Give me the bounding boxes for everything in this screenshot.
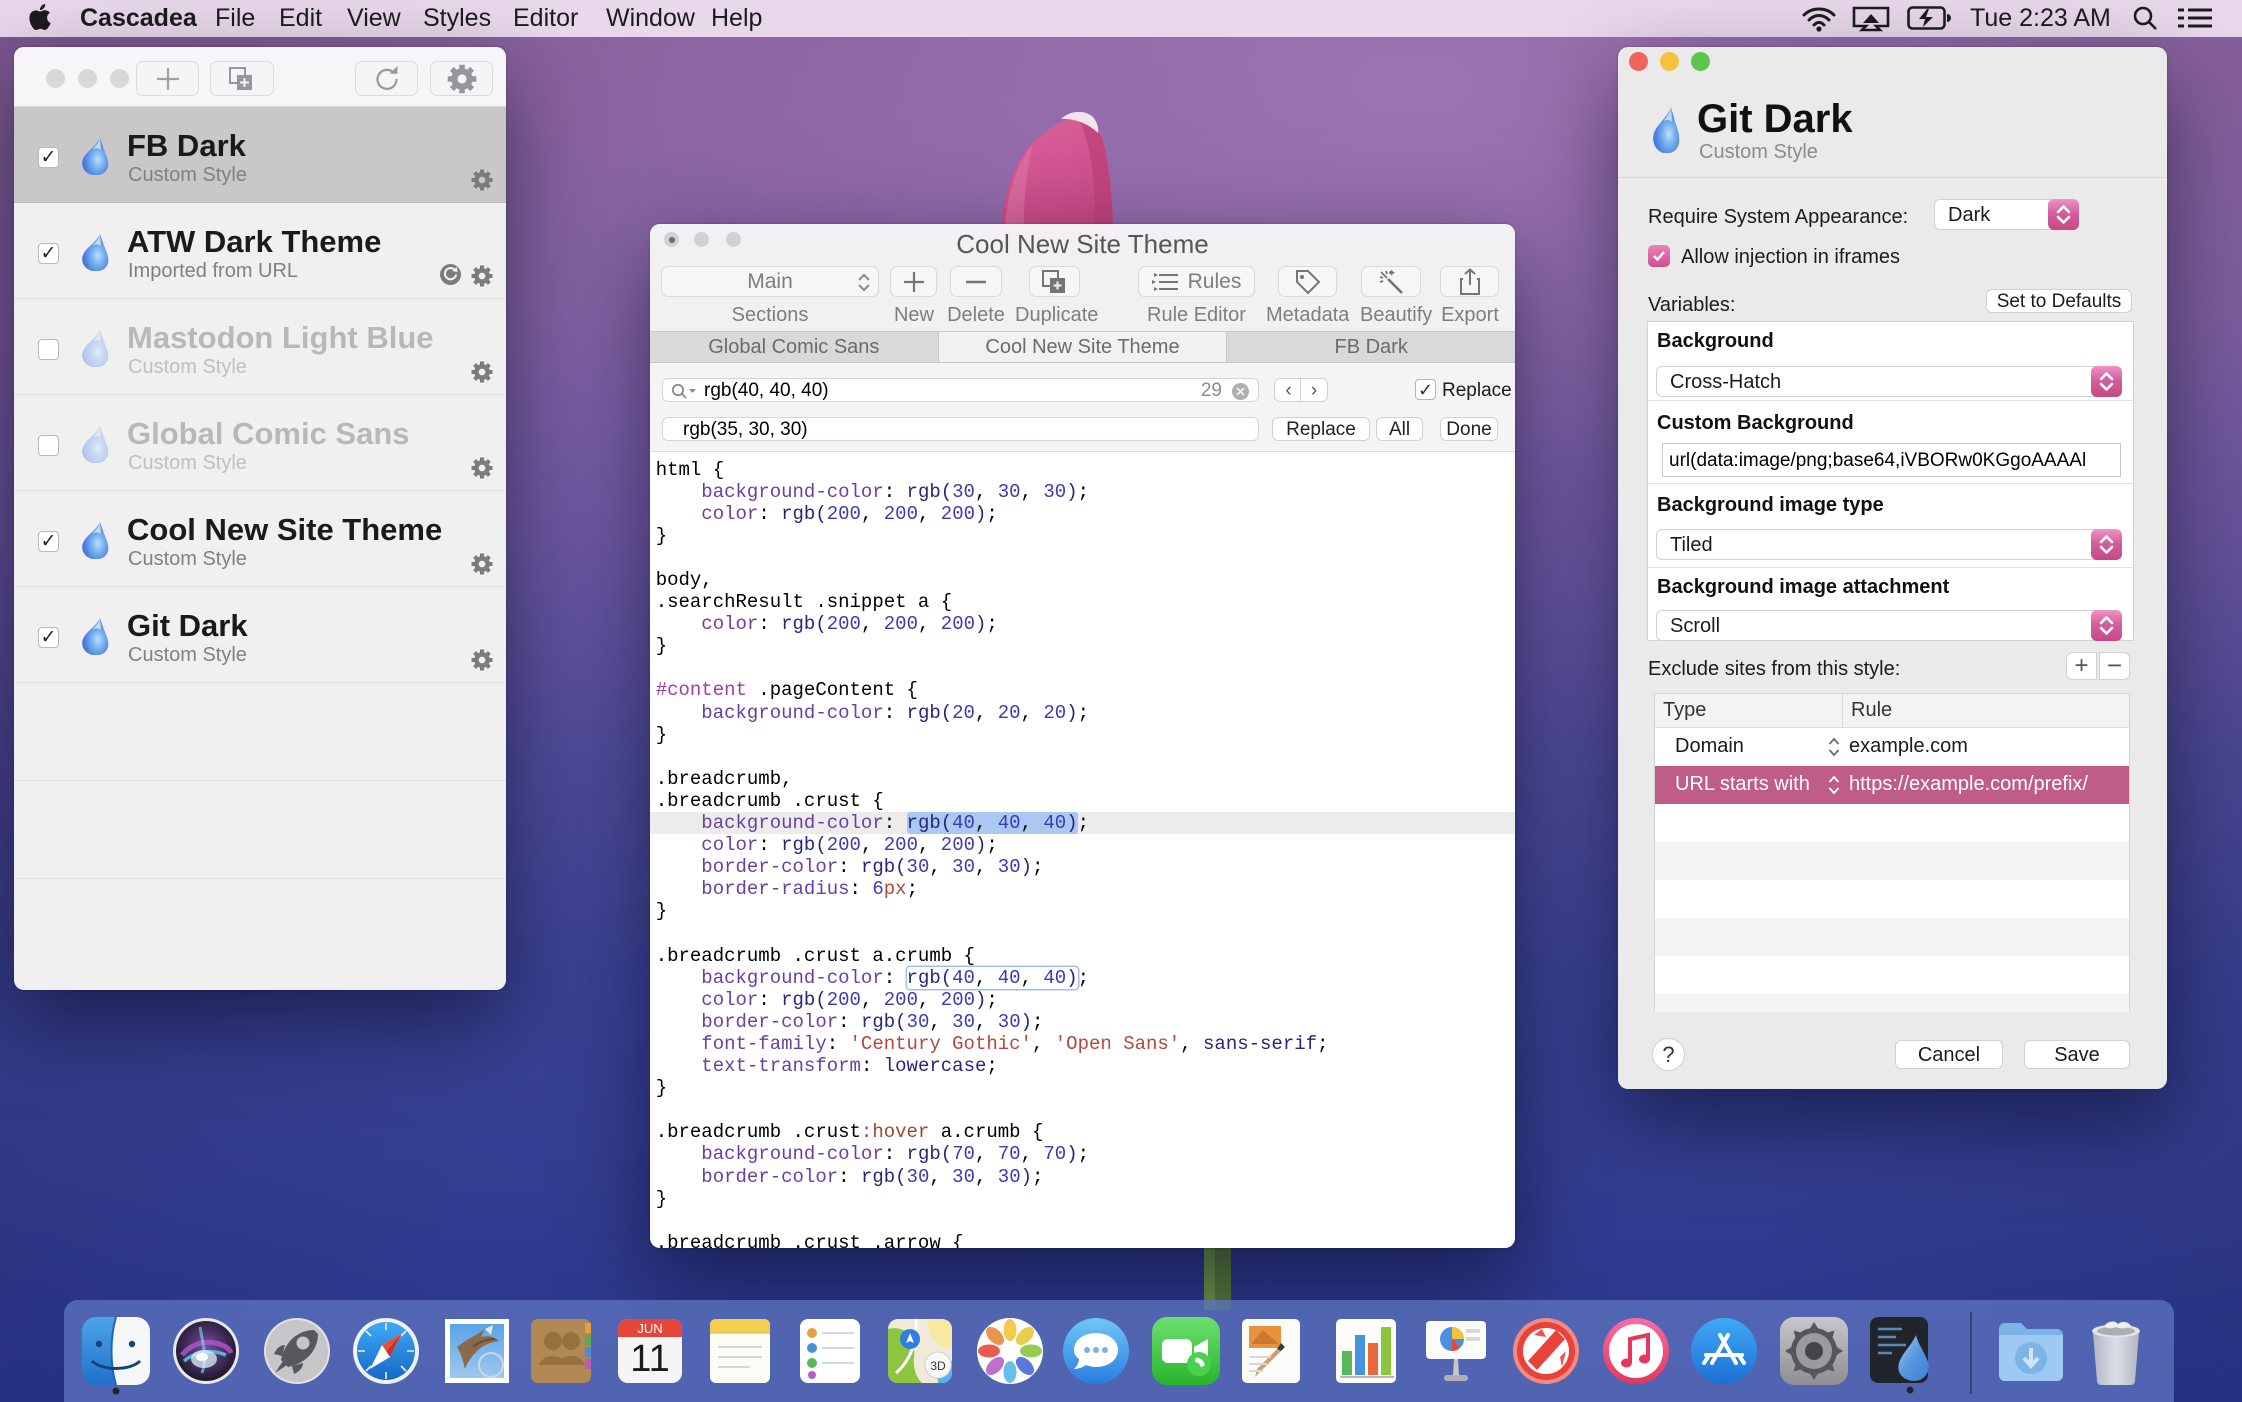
svg-text:JUN: JUN: [637, 1321, 662, 1336]
svg-text:3D: 3D: [930, 1359, 946, 1373]
svg-text:11: 11: [630, 1338, 669, 1380]
